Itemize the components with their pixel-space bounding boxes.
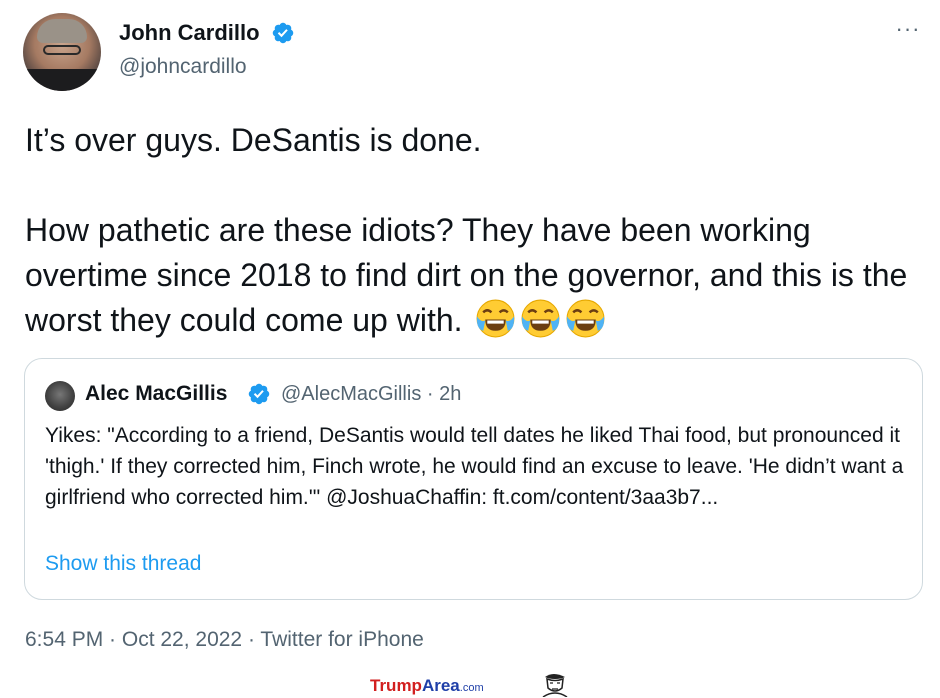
quoted-time: 2h: [439, 383, 462, 405]
author-handle[interactable]: @johncardillo: [119, 55, 247, 79]
tweet-card: John Cardillo @johncardillo ··· It’s ove…: [0, 0, 940, 698]
watermark-part2: Area: [421, 676, 460, 695]
show-thread-link[interactable]: Show this thread: [45, 552, 201, 576]
quoted-tweet[interactable]: Alec MacGillis @AlecMacGillis · 2h Yikes…: [24, 358, 923, 600]
meta-separator: ·: [426, 383, 434, 405]
author-name[interactable]: John Cardillo: [119, 20, 260, 46]
author-avatar[interactable]: [23, 13, 101, 91]
watermark-part3: .com: [459, 682, 484, 694]
verified-badge-icon: [248, 383, 270, 405]
tweet-body: It’s over guys. DeSantis is done. How pa…: [25, 122, 908, 338]
watermark-part1: Trump: [370, 676, 422, 695]
tweet-timestamp[interactable]: 6:54 PM · Oct 22, 2022 · Twitter for iPh…: [25, 628, 424, 652]
tweet-text: It’s over guys. DeSantis is done. How pa…: [25, 118, 930, 354]
quoted-author-avatar[interactable]: [45, 381, 75, 411]
quoted-tweet-text: Yikes: "According to a friend, DeSantis …: [45, 424, 904, 509]
laughing-emoji-icon: [566, 299, 605, 338]
more-options-icon[interactable]: ···: [893, 18, 923, 43]
laughing-emoji-icon: [521, 299, 560, 338]
quoted-meta: @AlecMacGillis · 2h: [281, 383, 461, 406]
quoted-author-name: Alec MacGillis: [85, 382, 228, 405]
watermark: TrumpArea.com: [370, 676, 484, 696]
verified-badge-icon: [272, 22, 294, 44]
quoted-author-handle: @AlecMacGillis: [281, 383, 422, 405]
laughing-emoji-icon: [476, 299, 515, 338]
watermark-logo-icon: [542, 674, 568, 697]
